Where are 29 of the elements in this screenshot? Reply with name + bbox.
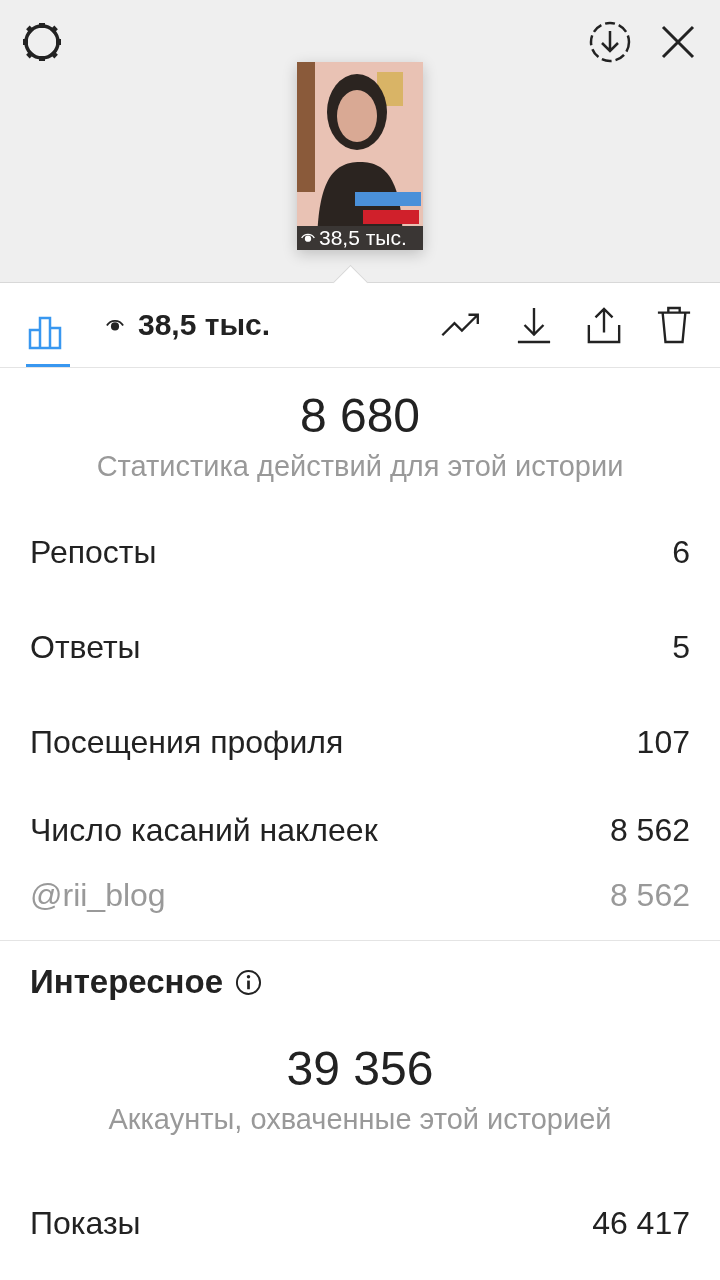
stat-label: Показы bbox=[30, 1205, 141, 1242]
trash-icon[interactable] bbox=[656, 306, 692, 344]
stat-value: 6 bbox=[672, 534, 690, 571]
eye-icon bbox=[106, 318, 124, 332]
stat-value: 107 bbox=[636, 724, 690, 761]
settings-icon[interactable] bbox=[20, 20, 64, 64]
view-count: 38,5 тыс. bbox=[319, 226, 407, 250]
stat-label: Репосты bbox=[30, 534, 157, 571]
share-icon[interactable] bbox=[586, 306, 622, 344]
stat-label: Ответы bbox=[30, 629, 141, 666]
reach-caption: Аккаунты, охваченные этой историей bbox=[107, 1103, 613, 1136]
views-count: 38,5 тыс. bbox=[138, 308, 271, 342]
trend-icon[interactable] bbox=[440, 311, 482, 339]
download-circle-icon[interactable] bbox=[588, 20, 632, 64]
stat-label: @rii_blog bbox=[30, 876, 166, 914]
actions-caption: Статистика действий для этой истории bbox=[95, 450, 625, 483]
stat-value: 46 417 bbox=[592, 1205, 690, 1242]
close-icon[interactable] bbox=[660, 24, 696, 60]
stat-value: 5 bbox=[672, 629, 690, 666]
stat-value: 8 562 bbox=[609, 811, 690, 849]
reach-total: 39 356 bbox=[285, 1041, 435, 1097]
stat-label: Посещения профиля bbox=[30, 724, 344, 761]
section-title: Интересное bbox=[30, 963, 224, 1001]
download-icon[interactable] bbox=[516, 306, 552, 344]
actions-total: 8 680 bbox=[298, 388, 422, 444]
stat-label: Число касаний наклеек bbox=[30, 811, 378, 849]
info-icon[interactable] bbox=[235, 968, 263, 996]
stat-value: 8 562 bbox=[609, 876, 690, 914]
eye-icon bbox=[301, 233, 315, 243]
